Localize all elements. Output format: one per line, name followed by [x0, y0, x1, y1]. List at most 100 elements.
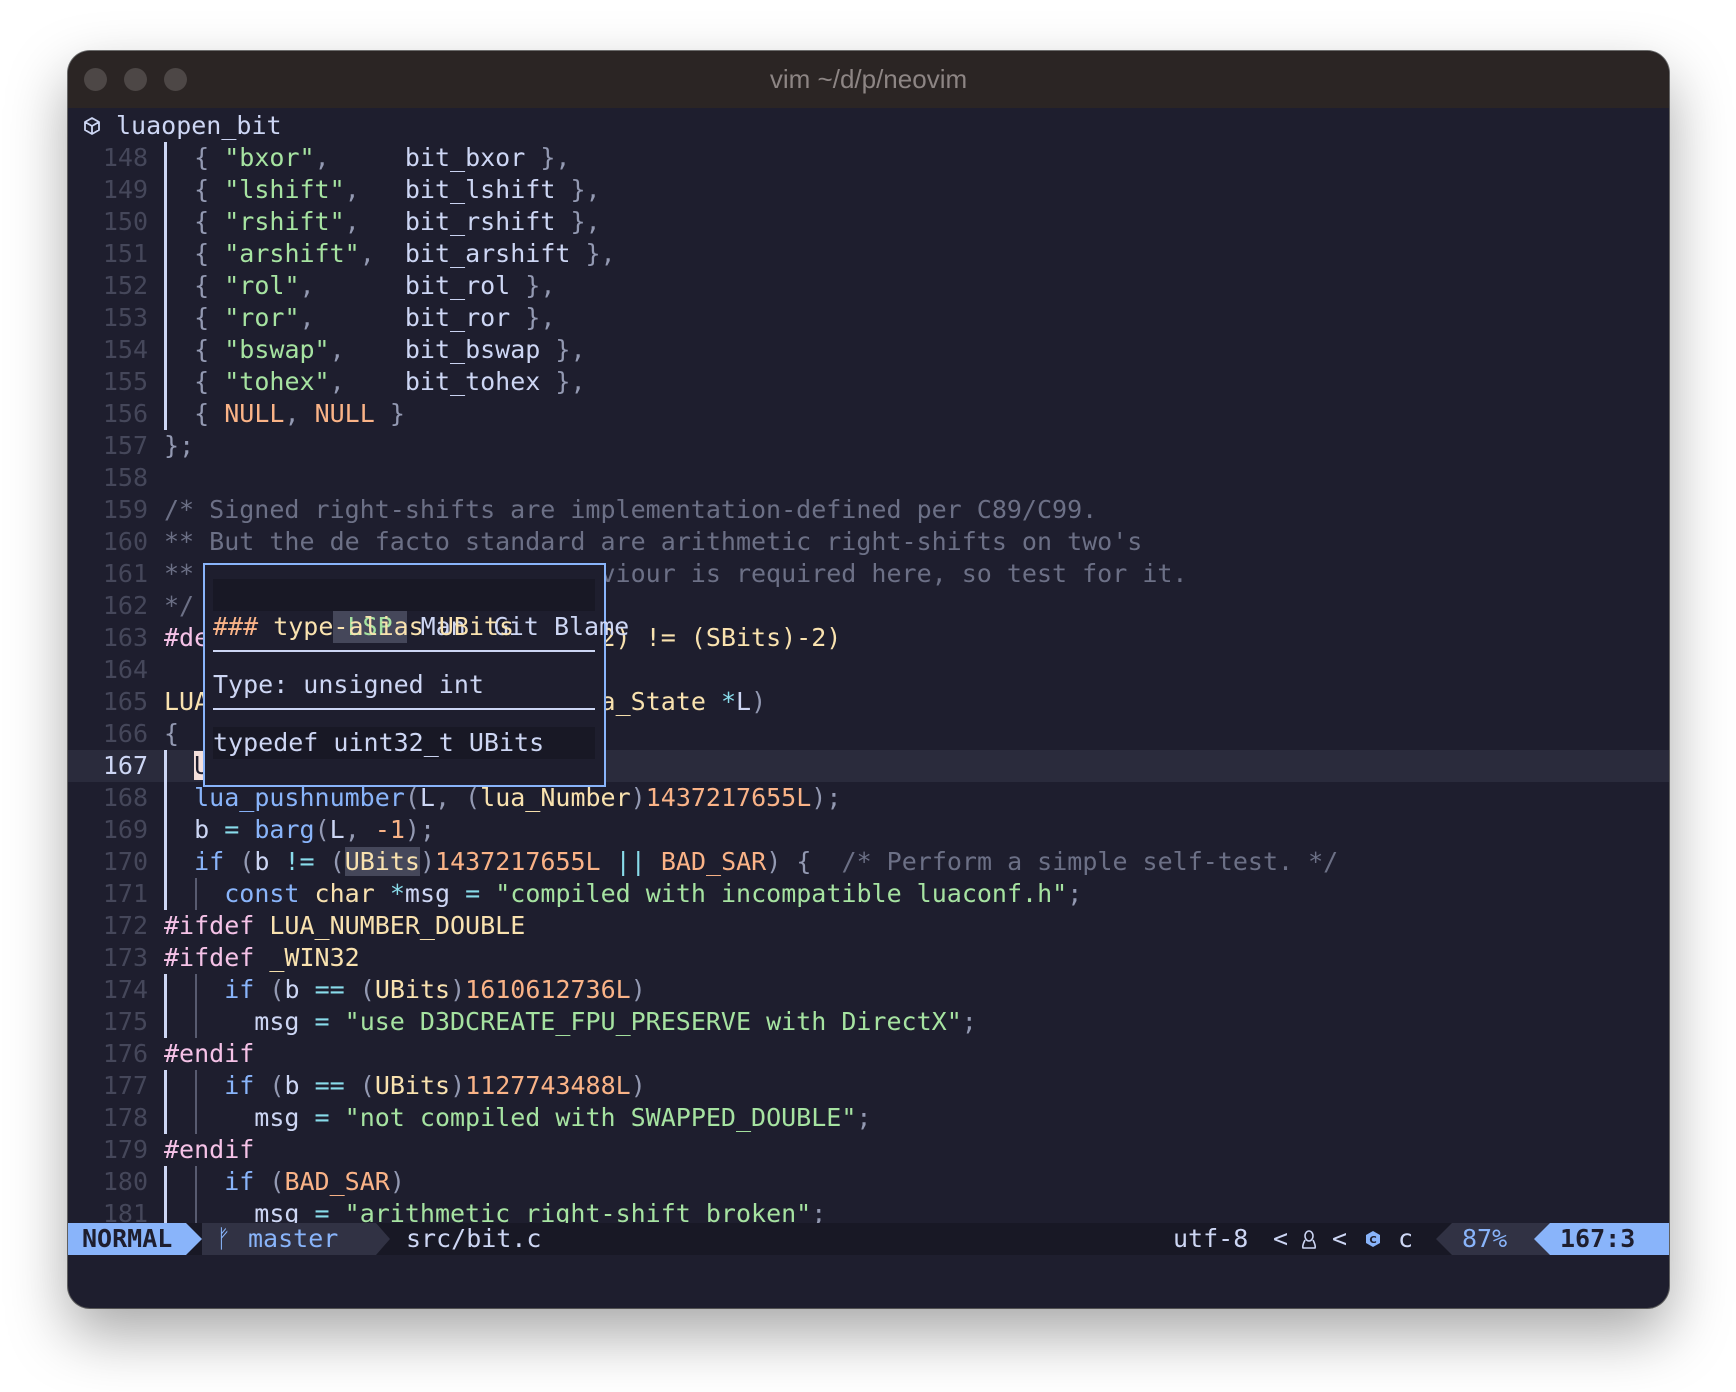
line-text: { "lshift", bit_lshift }, [194, 175, 601, 204]
percent-separator [1436, 1223, 1452, 1255]
git-branch-name: master [248, 1224, 339, 1253]
cursor-position: 167:3 [1560, 1224, 1636, 1253]
line-number: 170 [102, 847, 148, 876]
code-line[interactable]: 158 [68, 462, 1669, 494]
line-number: 172 [102, 911, 148, 940]
scroll-percent: 87% [1462, 1224, 1508, 1253]
code-line[interactable]: 159 /* Signed right-shifts are implementa… [68, 494, 1669, 526]
line-text: { "ror", bit_ror }, [194, 303, 556, 332]
hover-tabs: LSP Man Git Blame [213, 579, 629, 643]
line-text: { "bxor", bit_bxor }, [194, 143, 571, 172]
code-line[interactable]: 172 #ifdef LUA_NUMBER_DOUBLE [68, 910, 1669, 942]
code-line[interactable]: 174 if (b == (UBits)1610612736L) [68, 974, 1669, 1006]
line-number: 176 [102, 1039, 148, 1068]
line-number: 171 [102, 879, 148, 908]
line-number: 179 [102, 1135, 148, 1164]
code-line[interactable]: 153 { "ror", bit_ror }, [68, 302, 1669, 334]
mode-separator [186, 1223, 202, 1255]
branch-separator [376, 1223, 390, 1255]
line-number: 153 [102, 303, 148, 332]
git-branch-icon: ᚠ [216, 1224, 232, 1253]
line-number: 173 [102, 943, 148, 972]
line-text: if (BAD_SAR) [224, 1167, 405, 1196]
line-text: { "tohex", bit_tohex }, [194, 367, 586, 396]
editor-pane[interactable]: luaopen_bit 148 { "bxor", bit_bxor }, 149… [68, 108, 1669, 1280]
line-number: 158 [102, 463, 148, 492]
line-number: 177 [102, 1071, 148, 1100]
line-number: 161 [102, 559, 148, 588]
line-number: 155 [102, 367, 148, 396]
line-number: 180 [102, 1167, 148, 1196]
code-line[interactable]: 150 { "rshift", bit_rshift }, [68, 206, 1669, 238]
code-line[interactable]: 155 { "tohex", bit_tohex }, [68, 366, 1669, 398]
winbar-symbol-name: luaopen_bit [116, 111, 282, 140]
line-text: if (b == (UBits)1127743488L) [224, 1071, 646, 1100]
mode-indicator: NORMAL [68, 1223, 186, 1255]
code-line[interactable]: 171 const char *msg = "compiled with inc… [68, 878, 1669, 910]
code-line[interactable]: 173 #ifdef _WIN32 [68, 942, 1669, 974]
code-line[interactable]: 156 { NULL, NULL } [68, 398, 1669, 430]
status-line: NORMAL ᚠ master src/bit.c utf-8 < < C c … [68, 1223, 1669, 1255]
code-line[interactable]: 179 #endif [68, 1134, 1669, 1166]
code-line[interactable]: 157}; [68, 430, 1669, 462]
line-text: msg = "use D3DCREATE_FPU_PRESERVE with D… [164, 1007, 977, 1036]
title-bar: vim ~/d/p/neovim [68, 51, 1669, 109]
line-text: const char *msg = "compiled with incompa… [224, 879, 1083, 908]
chevron-left-icon: < [1332, 1224, 1348, 1253]
line-number: 162 [102, 591, 148, 620]
code-line[interactable]: 152 { "rol", bit_rol }, [68, 270, 1669, 302]
line-number: 178 [102, 1103, 148, 1132]
line-text: { [164, 719, 180, 748]
code-line[interactable]: 176 #endif [68, 1038, 1669, 1070]
hover-heading-text: type-alias UBits [258, 612, 515, 641]
line-text: #ifdef LUA_NUMBER_DOUBLE [164, 911, 526, 940]
position-separator [1534, 1223, 1550, 1255]
linux-tux-icon [1301, 1230, 1317, 1249]
line-number: 149 [102, 175, 148, 204]
code-line[interactable]: 148 { "bxor", bit_bxor }, [68, 142, 1669, 174]
code-line[interactable]: 151 { "arshift", bit_arshift }, [68, 238, 1669, 270]
line-text: msg = "not compiled with SWAPPED_DOUBLE"… [164, 1103, 872, 1132]
svg-text:C: C [1369, 1235, 1376, 1246]
line-text: #ifdef _WIN32 [164, 943, 360, 972]
line-number: 175 [102, 1007, 148, 1036]
line-text: */ [164, 591, 195, 620]
hover-popup[interactable]: LSP Man Git Blame ### type-alias UBits Typ… [203, 563, 629, 787]
code-line[interactable]: 180 if (BAD_SAR) [68, 1166, 1669, 1198]
line-number: 148 [102, 143, 148, 172]
line-number: 152 [102, 271, 148, 300]
line-number: 169 [102, 815, 148, 844]
line-number: 163 [102, 623, 148, 652]
line-text: if (b == (UBits)1610612736L) [224, 975, 646, 1004]
line-number: 160 [102, 527, 148, 556]
code-line[interactable]: 160 ** But the de facto standard are arit… [68, 526, 1669, 558]
code-line[interactable]: 170 if (b != (UBits)1437217655L || BAD_S… [68, 846, 1669, 878]
line-text: b = barg(L, -1); [164, 815, 436, 844]
line-text: }; [164, 431, 195, 460]
line-text: if (b != (UBits)1437217655L || BAD_SAR) … [194, 847, 1339, 876]
hover-type-line: Type: unsigned int [213, 670, 484, 699]
chevron-left-icon: < [1273, 1224, 1289, 1253]
line-text: #endif [164, 1135, 255, 1164]
code-line[interactable]: 178 msg = "not compiled with SWAPPED_DOU… [68, 1102, 1669, 1134]
hover-divider [213, 708, 595, 710]
code-line[interactable]: 149 { "lshift", bit_lshift }, [68, 174, 1669, 206]
line-text: { "rshift", bit_rshift }, [194, 207, 601, 236]
hover-definition-line: typedef uint32_t UBits [213, 727, 595, 759]
code-line[interactable]: 177 if (b == (UBits)1127743488L) [68, 1070, 1669, 1102]
file-path: src/bit.c [406, 1224, 542, 1253]
line-number: 165 [102, 687, 148, 716]
line-text: { "arshift", bit_arshift }, [194, 239, 616, 268]
hover-divider [213, 650, 595, 652]
code-line[interactable]: 169 b = barg(L, -1); [68, 814, 1669, 846]
line-number: 168 [102, 783, 148, 812]
line-number: 167 [102, 751, 148, 780]
hover-heading: ### type-alias UBits [213, 612, 515, 641]
code-line[interactable]: 154 { "bswap", bit_bswap }, [68, 334, 1669, 366]
file-type: c [1398, 1224, 1414, 1253]
line-number: 156 [102, 399, 148, 428]
window-title: vim ~/d/p/neovim [769, 64, 968, 94]
line-number: 150 [102, 207, 148, 236]
code-line[interactable]: 175 msg = "use D3DCREATE_FPU_PRESERVE wi… [68, 1006, 1669, 1038]
line-text: { NULL, NULL } [194, 399, 405, 428]
